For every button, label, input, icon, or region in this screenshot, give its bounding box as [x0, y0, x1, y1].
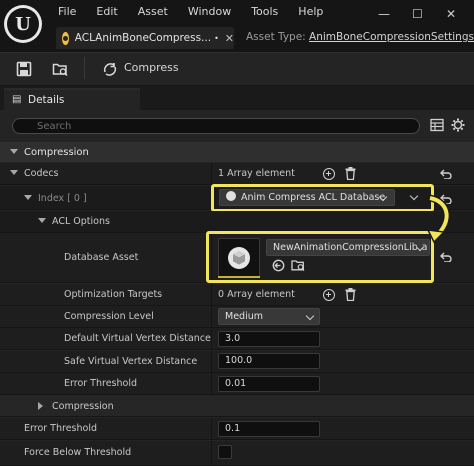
safe-vvd-input[interactable]: 100.0 — [218, 353, 320, 369]
optimization-targets-value: 0 Array element — [218, 289, 295, 300]
browse-asset-icon[interactable] — [52, 61, 68, 77]
compression-level-dropdown[interactable]: Medium — [218, 308, 320, 325]
force-below-threshold-label: Force Below Threshold — [24, 447, 132, 458]
save-icon[interactable] — [16, 61, 32, 77]
reset-to-default-icon[interactable] — [440, 169, 452, 179]
error-threshold-input[interactable]: 0.1 — [218, 421, 320, 437]
index-label: Index [ 0 ] — [38, 193, 87, 204]
document-tab[interactable]: ACLAnimBoneCompress... • ✕ — [56, 27, 234, 49]
asset-type-link[interactable]: AnimBoneCompressionSettings — [309, 31, 474, 43]
reset-to-default-icon[interactable] — [440, 252, 452, 262]
callout-highlight-codec — [211, 184, 434, 212]
minimize-button[interactable]: — — [378, 7, 390, 21]
acl-options-row[interactable]: ACL Options — [0, 211, 474, 233]
details-tab[interactable]: ▤ Details — [4, 88, 140, 110]
force-below-threshold-checkbox[interactable] — [218, 445, 232, 459]
menu-help[interactable]: Help — [298, 5, 323, 18]
default-vvd-label: Default Virtual Vertex Distance — [64, 333, 211, 344]
close-tab-icon[interactable]: ✕ — [225, 32, 234, 45]
menu-tools[interactable]: Tools — [251, 5, 278, 18]
inner-error-threshold-label: Error Threshold — [64, 378, 137, 389]
menu-file[interactable]: File — [58, 5, 76, 18]
collapse-arrow-icon[interactable] — [24, 195, 32, 200]
asset-type-info: Asset Type: AnimBoneCompressionSettings — [246, 31, 474, 43]
compress-button[interactable]: Compress — [124, 61, 179, 74]
menu-window[interactable]: Window — [188, 5, 231, 18]
compression-category-label: Compression — [24, 146, 89, 158]
details-tab-label: Details — [28, 94, 65, 106]
expand-arrow-icon[interactable] — [38, 402, 43, 410]
compression-level-label: Compression Level — [64, 311, 154, 322]
inner-error-threshold-input[interactable]: 0.01 — [218, 376, 320, 392]
asset-icon — [62, 31, 69, 45]
collapse-arrow-icon[interactable] — [10, 149, 18, 154]
unreal-logo[interactable]: U — [4, 5, 42, 43]
menu-bar: File Edit Asset Window Tools Help — [58, 5, 343, 18]
database-asset-label: Database Asset — [64, 252, 139, 263]
toolbar-divider — [84, 57, 85, 79]
acl-options-label: ACL Options — [52, 216, 110, 227]
toolbar — [0, 52, 474, 85]
codecs-row: Codecs 1 Array element — [0, 163, 474, 185]
collapse-arrow-icon[interactable] — [10, 170, 18, 175]
collapse-arrow-icon[interactable] — [38, 218, 46, 223]
optimization-targets-label: Optimization Targets — [64, 289, 163, 300]
close-window-button[interactable]: ✕ — [446, 7, 456, 21]
compression-category[interactable]: Compression — [0, 142, 474, 162]
add-element-icon[interactable] — [323, 289, 335, 301]
trash-icon[interactable] — [345, 288, 356, 301]
menu-edit[interactable]: Edit — [96, 5, 117, 18]
chevron-down-icon — [305, 311, 315, 321]
details-icon: ▤ — [12, 94, 22, 105]
maximize-button[interactable]: ☐ — [412, 7, 423, 21]
optimization-targets-row: Optimization Targets 0 Array element — [0, 284, 474, 306]
compression-level-value: Medium — [225, 311, 263, 322]
add-element-icon[interactable] — [323, 168, 335, 180]
callout-highlight-database — [206, 231, 434, 283]
compression-subcategory-label: Compression — [52, 401, 114, 412]
codecs-label: Codecs — [24, 168, 59, 179]
error-threshold-label: Error Threshold — [24, 423, 97, 434]
compression-subcategory-row[interactable]: Compression — [0, 396, 474, 417]
safe-vvd-label: Safe Virtual Vertex Distance — [64, 356, 198, 367]
callout-arrow-icon — [426, 194, 450, 244]
compress-icon[interactable] — [102, 61, 118, 77]
codecs-value: 1 Array element — [218, 168, 295, 179]
force-below-threshold-row: Force Below Threshold — [0, 441, 474, 466]
gear-icon[interactable] — [451, 118, 465, 132]
default-vvd-input[interactable]: 3.0 — [218, 331, 320, 347]
table-view-icon[interactable] — [430, 118, 444, 132]
modified-indicator: • — [214, 33, 219, 43]
trash-icon[interactable] — [345, 167, 356, 180]
search-input[interactable]: Search — [12, 118, 420, 134]
menu-asset[interactable]: Asset — [138, 5, 168, 18]
asset-type-label: Asset Type: — [246, 31, 306, 43]
document-tab-title: ACLAnimBoneCompress... — [74, 32, 212, 44]
